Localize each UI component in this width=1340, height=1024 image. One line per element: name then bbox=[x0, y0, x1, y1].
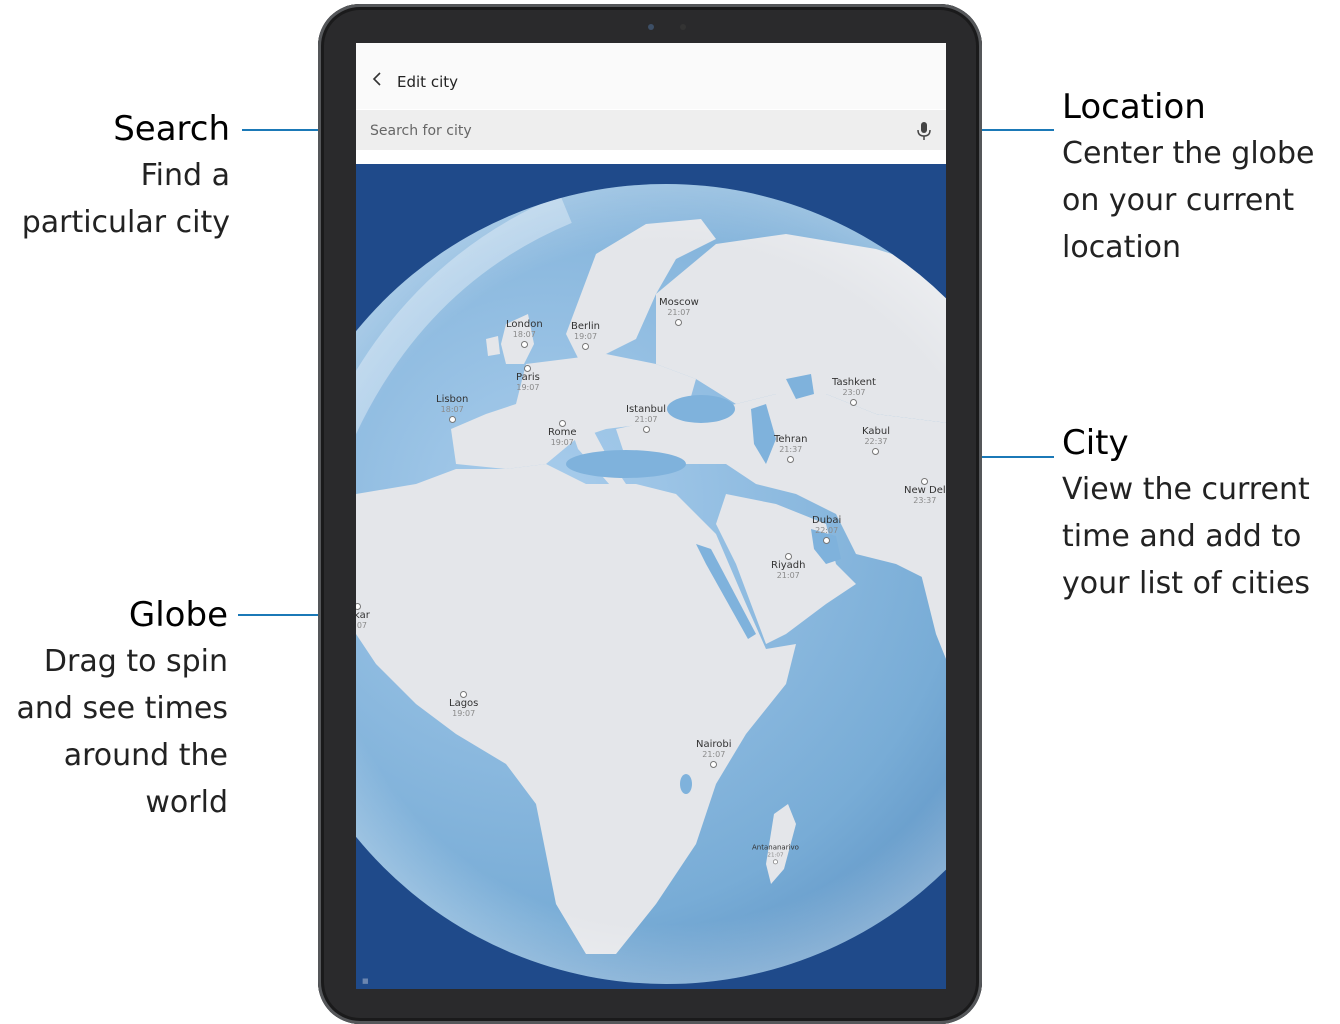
app-bar: Edit city bbox=[356, 43, 946, 109]
city-marker-dubai[interactable]: Dubai 22:07 bbox=[812, 515, 841, 544]
city-marker-lagos[interactable]: Lagos 19:07 bbox=[449, 690, 478, 719]
city-marker-rome[interactable]: Rome 19:07 bbox=[548, 419, 577, 448]
back-button[interactable] bbox=[366, 67, 390, 91]
city-marker-paris[interactable]: Paris 19:07 bbox=[516, 364, 540, 393]
page-title: Edit city bbox=[397, 73, 458, 91]
search-callout: Search Find a particular city bbox=[22, 106, 230, 246]
city-pin bbox=[582, 343, 590, 350]
city-pin bbox=[872, 448, 880, 455]
front-camera bbox=[648, 24, 654, 30]
city-pin bbox=[823, 537, 831, 544]
city-marker-kabul[interactable]: Kabul 22:37 bbox=[862, 426, 890, 455]
city-pin bbox=[784, 553, 792, 560]
globe-illustration[interactable] bbox=[356, 164, 946, 989]
city-pin bbox=[558, 420, 566, 427]
city-pin bbox=[921, 478, 929, 485]
city-pin bbox=[448, 416, 456, 423]
city-pin bbox=[773, 859, 778, 865]
light-sensor bbox=[680, 24, 686, 30]
city-pin bbox=[642, 426, 650, 433]
search-bar bbox=[356, 110, 946, 152]
city-marker-istanbul[interactable]: Istanbul 21:07 bbox=[626, 404, 666, 433]
city-pin bbox=[460, 691, 468, 698]
city-marker-riyadh[interactable]: Riyadh 21:07 bbox=[771, 552, 805, 581]
city-marker-london[interactable]: London 18:07 bbox=[506, 319, 543, 348]
city-marker-tehran[interactable]: Tehran 21:37 bbox=[774, 434, 807, 463]
city-marker-tashkent[interactable]: Tashkent 23:07 bbox=[832, 377, 876, 406]
city-pin bbox=[675, 319, 683, 326]
city-callout-title: City bbox=[1062, 423, 1129, 463]
city-marker-moscow[interactable]: Moscow 21:07 bbox=[659, 297, 699, 326]
globe-callout-line-3: around the bbox=[63, 738, 228, 773]
city-marker-dakar[interactable]: kar 07 bbox=[356, 602, 370, 631]
globe-callout: Globe Drag to spin and see times around … bbox=[17, 592, 228, 826]
city-marker-antananarivo[interactable]: Antananarivo 21:07 bbox=[752, 844, 799, 865]
location-callout-line-1: Center the globe bbox=[1062, 136, 1315, 171]
city-marker-berlin[interactable]: Berlin 19:07 bbox=[571, 321, 600, 350]
city-pin bbox=[520, 341, 528, 348]
city-pin bbox=[787, 456, 795, 463]
search-callout-title: Search bbox=[113, 109, 230, 149]
city-callout-line-1: View the current bbox=[1062, 472, 1310, 507]
city-pin bbox=[850, 399, 858, 406]
city-callout-line-3: your list of cities bbox=[1062, 566, 1311, 601]
city-marker-new-delhi[interactable]: New Del 23:37 bbox=[904, 477, 946, 506]
location-button[interactable] bbox=[914, 120, 934, 142]
city-marker-nairobi[interactable]: Nairobi 21:07 bbox=[696, 739, 732, 768]
city-pin bbox=[524, 365, 532, 372]
globe-callout-line-1: Drag to spin bbox=[43, 644, 228, 679]
microphone-icon bbox=[917, 122, 931, 140]
location-callout-title: Location bbox=[1062, 87, 1206, 127]
globe-callout-line-4: world bbox=[145, 785, 228, 820]
city-callout-line-2: time and add to bbox=[1062, 519, 1302, 554]
search-callout-line-1: Find a bbox=[140, 158, 230, 193]
tablet-screen: Edit city Search for city London 18:07 B… bbox=[356, 43, 946, 989]
search-input[interactable] bbox=[368, 110, 902, 152]
city-callout: City View the current time and add to yo… bbox=[1062, 420, 1310, 607]
globe-view[interactable]: London 18:07 Berlin 19:07 Moscow 21:07 P… bbox=[356, 164, 946, 989]
search-callout-line-2: particular city bbox=[21, 205, 230, 240]
map-credit: ■ bbox=[362, 977, 369, 985]
location-callout: Location Center the globe on your curren… bbox=[1062, 84, 1315, 271]
globe-callout-line-2: and see times bbox=[16, 691, 228, 726]
location-callout-line-3: location bbox=[1062, 230, 1182, 265]
city-pin bbox=[710, 761, 718, 768]
chevron-left-icon bbox=[372, 72, 381, 86]
location-callout-line-2: on your current bbox=[1062, 183, 1295, 218]
city-pin bbox=[356, 603, 361, 610]
globe-callout-title: Globe bbox=[128, 595, 228, 635]
city-marker-lisbon[interactable]: Lisbon 18:07 bbox=[436, 394, 468, 423]
